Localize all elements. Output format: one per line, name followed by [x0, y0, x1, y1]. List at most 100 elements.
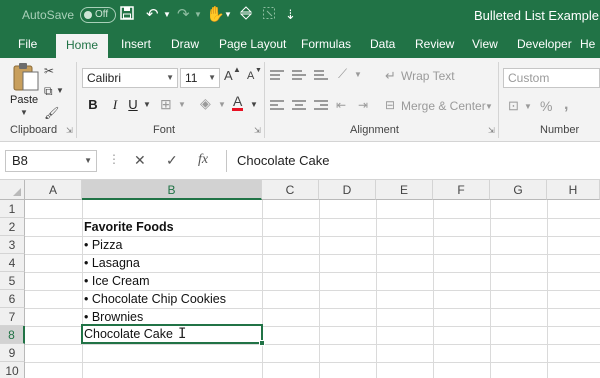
merge-center-button[interactable]: Merge & Center — [401, 99, 486, 113]
save-icon[interactable] — [120, 6, 134, 25]
orientation-icon[interactable]: ⟋ — [338, 66, 347, 82]
column-header-d[interactable]: D — [319, 180, 376, 200]
number-format-value: Custom — [508, 71, 550, 85]
redo-dropdown-icon[interactable]: ▼ — [194, 10, 202, 19]
row-header-4[interactable]: 4 — [0, 254, 25, 272]
italic-button[interactable]: I — [106, 96, 124, 114]
formula-bar-grip-icon[interactable]: ⋮ — [108, 152, 120, 166]
column-header-b[interactable]: B — [82, 180, 262, 200]
align-left-icon[interactable] — [270, 100, 284, 112]
gridline — [490, 200, 491, 378]
fill-color-icon[interactable]: ◈ — [200, 95, 211, 112]
alignment-launcher-icon[interactable]: ⇲ — [488, 126, 495, 135]
row-header-5[interactable]: 5 — [0, 272, 25, 290]
tab-developer[interactable]: Developer — [517, 32, 572, 58]
tab-data[interactable]: Data — [370, 32, 395, 58]
font-name-select[interactable]: Calibri ▼ — [82, 68, 178, 88]
cell-b4[interactable]: • Lasagna — [84, 254, 140, 272]
format-painter-icon[interactable]: 🖌 — [44, 106, 59, 120]
customize-quick-access-icon[interactable]: ⇣ — [285, 6, 296, 24]
borders-icon[interactable]: ⊞ — [160, 96, 172, 113]
row-header-8[interactable]: 8 — [0, 326, 25, 344]
autosave-toggle[interactable]: Off — [80, 7, 116, 23]
tab-draw[interactable]: Draw — [171, 32, 199, 58]
column-header-c[interactable]: C — [262, 180, 319, 200]
row-header-7[interactable]: 7 — [0, 308, 25, 326]
bottom-align-icon[interactable] — [314, 70, 328, 82]
column-header-f[interactable]: F — [433, 180, 490, 200]
name-box[interactable]: B8 ▼ — [5, 150, 97, 172]
cell-b8-editor[interactable]: Chocolate Cake — [84, 326, 173, 344]
formula-input[interactable]: Chocolate Cake — [226, 150, 600, 172]
row-header-1[interactable]: 1 — [0, 200, 25, 218]
wrap-text-icon[interactable]: ↵ — [385, 68, 396, 84]
fill-color-dropdown-icon[interactable]: ▼ — [218, 100, 226, 109]
accounting-format-icon[interactable]: ⊡ — [508, 98, 519, 114]
column-header-a[interactable]: A — [25, 180, 82, 200]
middle-align-icon[interactable] — [292, 70, 306, 82]
accounting-dropdown-icon[interactable]: ▼ — [524, 102, 532, 111]
bold-button[interactable]: B — [84, 96, 102, 114]
percent-style-button[interactable]: % — [540, 98, 552, 114]
column-header-e[interactable]: E — [376, 180, 433, 200]
insert-function-icon[interactable]: fx — [198, 152, 208, 168]
tab-formulas[interactable]: Formulas — [301, 32, 351, 58]
cell-b3[interactable]: • Pizza — [84, 236, 122, 254]
redo-icon[interactable]: ↷ — [177, 6, 190, 24]
tab-page-layout[interactable]: Page Layout — [219, 32, 286, 58]
cell-b5[interactable]: • Ice Cream — [84, 272, 150, 290]
decrease-indent-icon[interactable]: ⇤ — [336, 98, 346, 112]
increase-indent-icon[interactable]: ⇥ — [358, 98, 368, 112]
sort-icon[interactable] — [239, 6, 253, 25]
tab-view[interactable]: View — [472, 32, 498, 58]
tab-help[interactable]: He — [580, 32, 595, 58]
paste-button-label[interactable]: Paste — [10, 94, 38, 106]
increase-font-size-button[interactable]: A — [224, 68, 233, 83]
cell-b6[interactable]: • Chocolate Chip Cookies — [84, 290, 226, 308]
align-center-icon[interactable] — [292, 100, 306, 112]
underline-dropdown-icon[interactable]: ▼ — [143, 100, 151, 109]
orientation-dropdown-icon[interactable]: ▼ — [354, 70, 362, 79]
font-launcher-icon[interactable]: ⇲ — [254, 126, 261, 135]
cut-icon[interactable]: ✂ — [44, 64, 54, 78]
tab-home[interactable]: Home — [56, 34, 109, 58]
select-all-button[interactable] — [0, 180, 25, 200]
row-header-6[interactable]: 6 — [0, 290, 25, 308]
font-size-select[interactable]: 11 ▼ — [180, 68, 220, 88]
row-header-3[interactable]: 3 — [0, 236, 25, 254]
undo-icon[interactable]: ↶ — [146, 6, 159, 24]
align-right-icon[interactable] — [314, 100, 328, 112]
touch-dropdown-icon[interactable]: ▼ — [224, 10, 232, 19]
font-color-dropdown-icon[interactable]: ▼ — [250, 100, 258, 109]
underline-button[interactable]: U — [124, 96, 142, 114]
tab-file[interactable]: File — [18, 32, 37, 58]
row-header-9[interactable]: 9 — [0, 344, 25, 362]
cell-b2[interactable]: Favorite Foods — [84, 218, 174, 236]
cancel-icon[interactable]: ✕ — [134, 152, 146, 169]
undo-dropdown-icon[interactable]: ▼ — [163, 10, 171, 19]
copy-dropdown-icon[interactable]: ▼ — [56, 86, 64, 95]
wrap-text-button[interactable]: Wrap Text — [401, 69, 455, 83]
font-color-button[interactable]: A — [232, 94, 244, 111]
fill-handle[interactable] — [259, 340, 265, 346]
decrease-font-size-button[interactable]: A — [247, 70, 254, 82]
select-objects-icon[interactable] — [262, 6, 276, 25]
row-header-10[interactable]: 10 — [0, 362, 25, 378]
enter-icon[interactable]: ✓ — [166, 152, 178, 169]
copy-icon[interactable]: ⧉ — [44, 84, 53, 99]
row-header-2[interactable]: 2 — [0, 218, 25, 236]
paste-icon[interactable] — [12, 62, 40, 95]
number-format-select[interactable]: Custom — [503, 68, 600, 88]
clipboard-launcher-icon[interactable]: ⇲ — [66, 126, 73, 135]
merge-dropdown-icon[interactable]: ▼ — [485, 102, 493, 111]
merge-center-icon[interactable]: ⊟ — [385, 98, 395, 112]
paste-dropdown-icon[interactable]: ▼ — [20, 108, 28, 117]
tab-review[interactable]: Review — [415, 32, 454, 58]
touch-mode-icon[interactable]: ✋ — [206, 6, 225, 24]
comma-style-button[interactable]: , — [564, 96, 568, 114]
borders-dropdown-icon[interactable]: ▼ — [178, 100, 186, 109]
tab-insert[interactable]: Insert — [121, 32, 151, 58]
top-align-icon[interactable] — [270, 70, 284, 82]
column-header-h[interactable]: H — [547, 180, 600, 200]
column-header-g[interactable]: G — [490, 180, 547, 200]
